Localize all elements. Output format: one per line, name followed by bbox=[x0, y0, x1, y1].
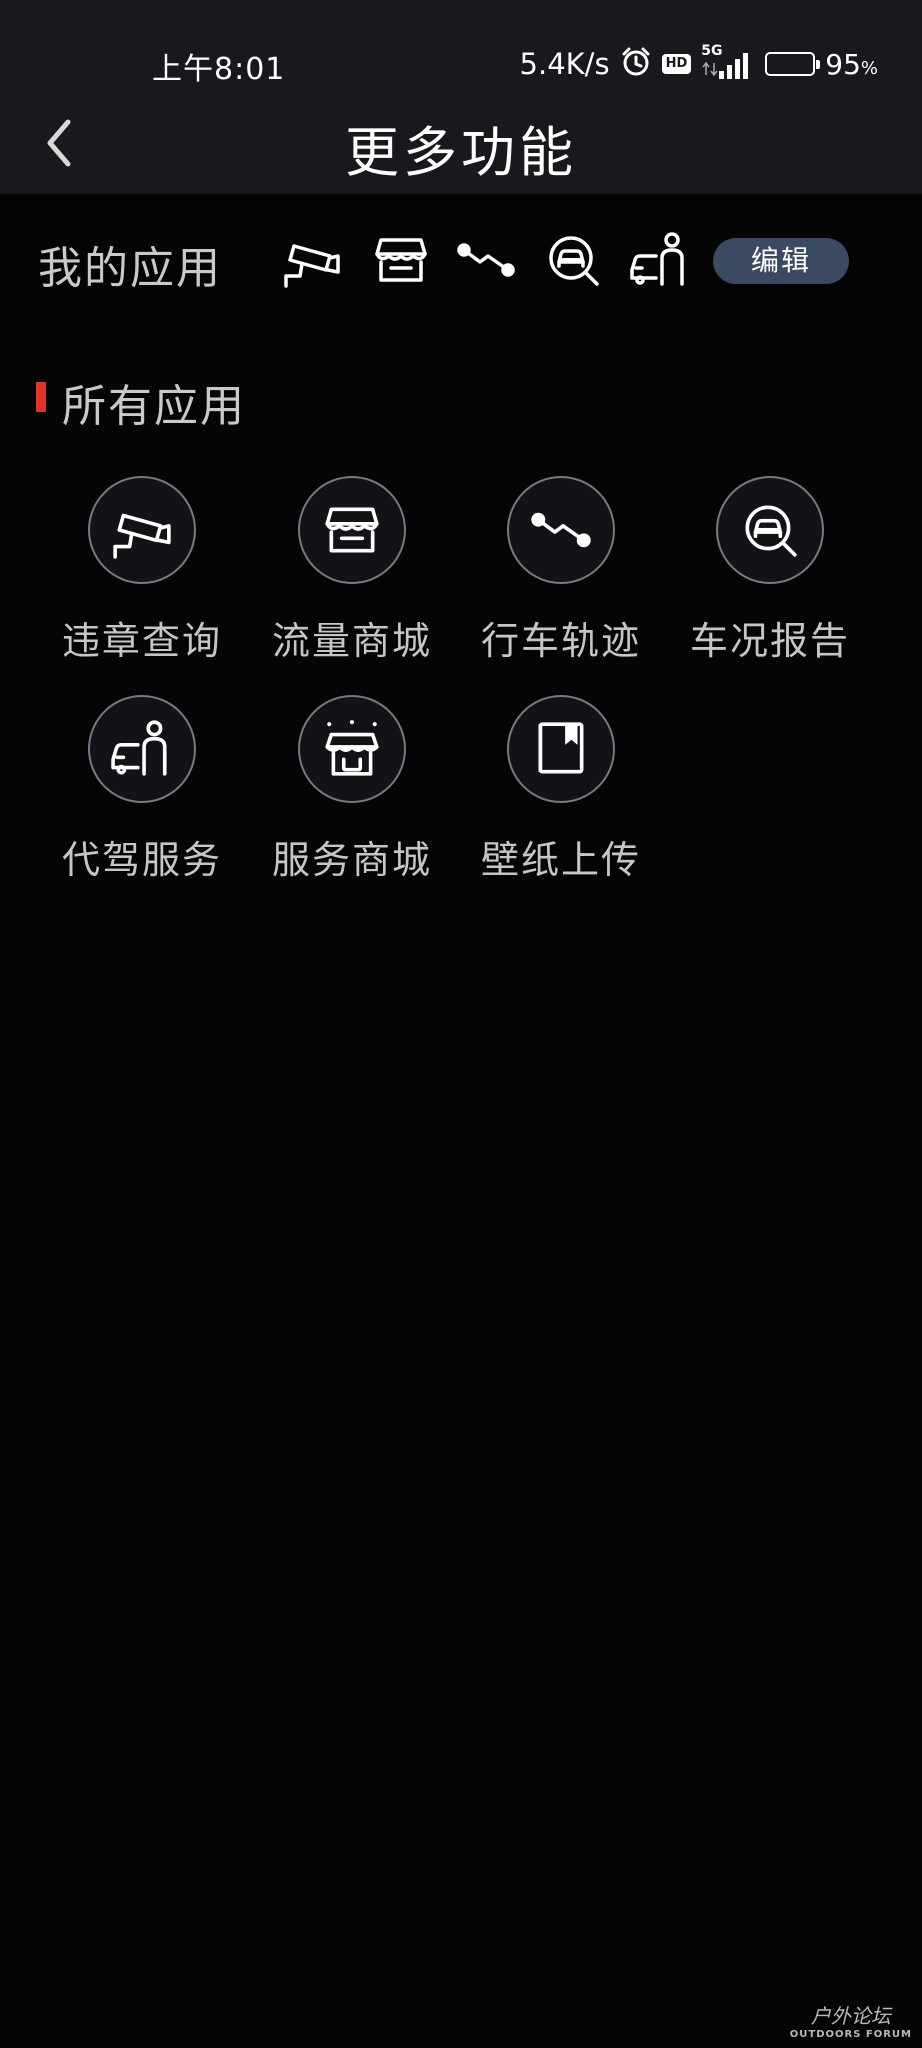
car-search-icon[interactable] bbox=[543, 232, 603, 288]
app-label: 违章查询 bbox=[61, 619, 222, 663]
net-speed: 5.4K/s bbox=[519, 47, 610, 81]
camera-icon bbox=[111, 501, 173, 559]
status-time: 上午8:01 bbox=[152, 52, 286, 87]
car-search-icon bbox=[739, 501, 801, 559]
section-accent-bar bbox=[36, 382, 46, 412]
shop-icon[interactable] bbox=[371, 232, 431, 288]
camera-icon[interactable] bbox=[282, 232, 342, 288]
chauffeur-icon bbox=[111, 720, 173, 778]
app-label: 服务商城 bbox=[271, 838, 432, 882]
all-apps-title: 所有应用 bbox=[62, 381, 246, 432]
route-icon[interactable] bbox=[456, 232, 516, 288]
app-wallpaper-upload[interactable]: 壁纸上传 bbox=[461, 695, 661, 895]
app-violation-query[interactable]: 违章查询 bbox=[42, 476, 242, 676]
forum-watermark: 户外论坛 OUTDOORS FORUM bbox=[790, 2000, 912, 2040]
watermark-cn: 户外论坛 bbox=[810, 2004, 891, 2028]
bookmark-icon bbox=[530, 720, 592, 778]
app-icon-circle bbox=[88, 695, 196, 803]
app-icon-circle bbox=[88, 476, 196, 584]
chauffeur-icon[interactable] bbox=[630, 232, 690, 288]
app-vehicle-report[interactable]: 车况报告 bbox=[670, 476, 870, 676]
nav-bar: 更多功能 bbox=[0, 100, 922, 194]
app-icon-circle bbox=[507, 476, 615, 584]
all-apps-header: 所有应用 bbox=[36, 370, 536, 432]
app-icon-circle bbox=[716, 476, 824, 584]
app-service-mall[interactable]: 服务商城 bbox=[252, 695, 452, 895]
edit-button[interactable]: 编辑 bbox=[713, 238, 849, 284]
app-icon-circle bbox=[507, 695, 615, 803]
app-chauffeur-service[interactable]: 代驾服务 bbox=[42, 695, 242, 895]
hd-badge: HD bbox=[661, 54, 692, 74]
app-icon-circle bbox=[298, 476, 406, 584]
signal-icon: 5G bbox=[701, 43, 755, 81]
app-icon-circle bbox=[298, 695, 406, 803]
status-indicators: 5.4K/s HD 5G 95% bbox=[519, 43, 878, 84]
store-icon bbox=[321, 720, 383, 778]
my-apps-label: 我的应用 bbox=[38, 243, 222, 294]
app-label: 车况报告 bbox=[689, 619, 850, 663]
app-data-shop[interactable]: 流量商城 bbox=[252, 476, 452, 676]
my-apps-bar: 我的应用 编辑 bbox=[0, 224, 922, 296]
app-label: 壁纸上传 bbox=[480, 838, 641, 882]
watermark-en: OUTDOORS FORUM bbox=[789, 2029, 912, 2040]
route-icon bbox=[530, 501, 592, 559]
shop-icon bbox=[321, 501, 383, 559]
top-bar: 上午8:01 5.4K/s HD 5G 95% 更多功能 bbox=[0, 0, 922, 194]
app-label: 代驾服务 bbox=[61, 838, 222, 882]
app-label: 行车轨迹 bbox=[480, 619, 641, 663]
battery-percent: 95% bbox=[825, 47, 878, 81]
alarm-icon bbox=[620, 46, 652, 82]
app-driving-track[interactable]: 行车轨迹 bbox=[461, 476, 661, 676]
app-label: 流量商城 bbox=[271, 619, 432, 663]
page-title: 更多功能 bbox=[345, 121, 577, 184]
battery-icon bbox=[765, 52, 821, 76]
